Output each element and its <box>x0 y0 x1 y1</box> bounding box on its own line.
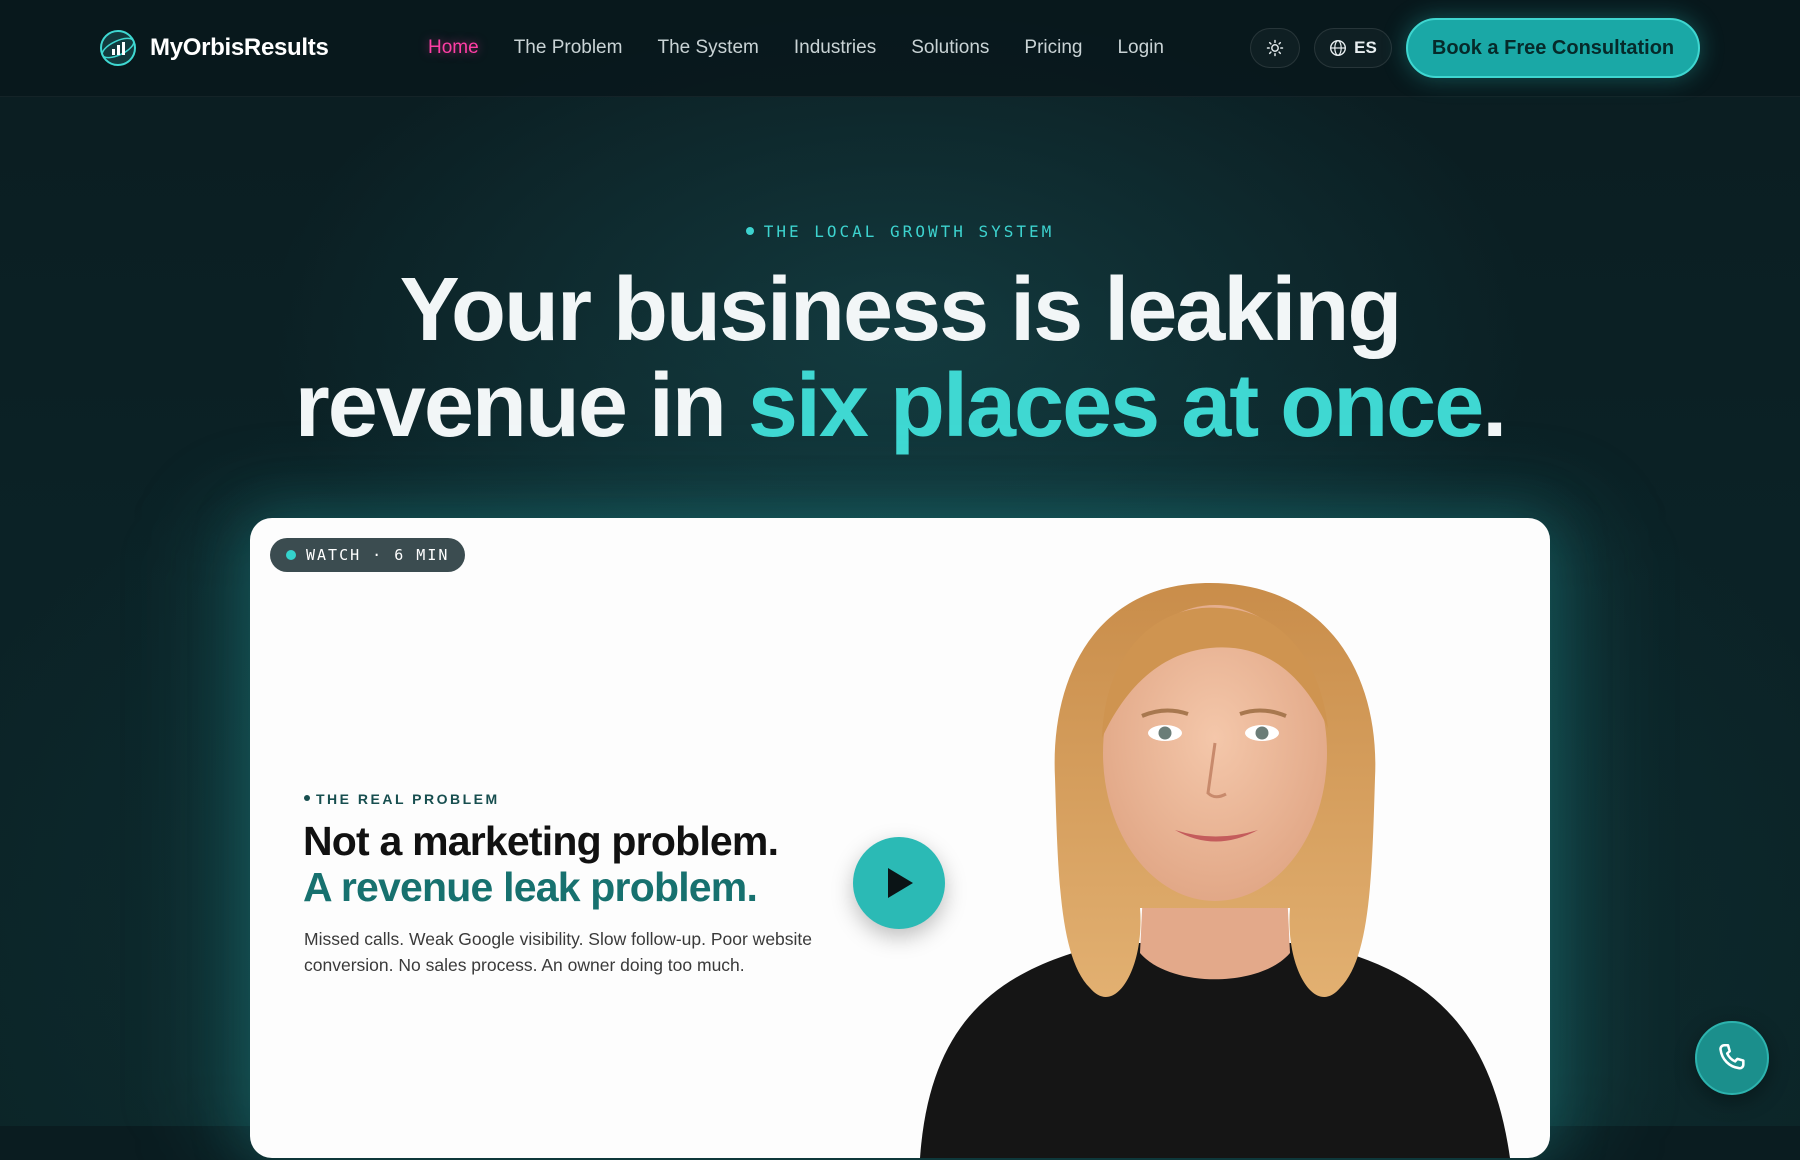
hero-eyebrow-text: THE LOCAL GROWTH SYSTEM <box>763 222 1055 241</box>
nav-link-solutions[interactable]: Solutions <box>911 36 989 60</box>
badge-dot <box>286 550 296 560</box>
play-button[interactable] <box>853 837 945 929</box>
video-title-line-1: Not a marketing problem. <box>303 818 779 864</box>
nav-link-home[interactable]: Home <box>428 36 479 60</box>
language-label: ES <box>1354 38 1377 57</box>
watch-badge: WATCH · 6 MIN <box>270 538 466 572</box>
book-consultation-button[interactable]: Book a Free Consultation <box>1406 18 1700 78</box>
brand-logo[interactable]: MyOrbisResults <box>98 28 329 68</box>
video-player[interactable]: WATCH · 6 MIN THE REAL PROBLEM Not a mar… <box>250 518 1550 1158</box>
globe-icon <box>1330 39 1347 57</box>
nav-link-login[interactable]: Login <box>1117 36 1164 60</box>
phone-icon <box>1719 1043 1745 1070</box>
nav-link-industries[interactable]: Industries <box>794 36 876 60</box>
headline-line-1: Your business is leaking <box>399 260 1403 360</box>
video-description: Missed calls. Weak Google visibility. Sl… <box>304 929 813 975</box>
video-eyebrow-text: THE REAL PROBLEM <box>316 791 500 807</box>
nav-link-pricing[interactable]: Pricing <box>1024 36 1082 60</box>
watch-badge-label: WATCH · 6 MIN <box>306 546 450 564</box>
theme-toggle-button[interactable] <box>1250 28 1300 68</box>
call-button[interactable] <box>1695 1021 1769 1095</box>
video-eyebrow-dot <box>304 795 310 802</box>
headline-accent: six places at once <box>747 356 1484 456</box>
brand-name: MyOrbisResults <box>150 34 329 61</box>
hero-eyebrow: THE LOCAL GROWTH SYSTEM <box>0 222 1800 241</box>
headline-line-2-start: revenue in <box>294 356 748 456</box>
headline-period: . <box>1482 356 1507 456</box>
sun-icon <box>1266 39 1284 57</box>
top-nav: MyOrbisResults Home The Problem The Syst… <box>0 0 1800 97</box>
hero-headline: Your business is leaking revenue in six … <box>0 262 1800 454</box>
logo-globe-icon <box>100 30 136 66</box>
video-eyebrow: THE REAL PROBLEM <box>304 791 500 807</box>
language-switch-button[interactable]: ES <box>1314 28 1392 68</box>
video-title-line-2: A revenue leak problem. <box>303 864 758 910</box>
eyebrow-dot <box>745 226 754 235</box>
nav-link-the-system[interactable]: The System <box>657 36 758 60</box>
main-menu: Home The Problem The System Industries S… <box>428 36 1164 60</box>
play-icon <box>888 868 913 898</box>
presenter-image <box>920 583 1510 1158</box>
nav-link-the-problem[interactable]: The Problem <box>514 36 623 60</box>
